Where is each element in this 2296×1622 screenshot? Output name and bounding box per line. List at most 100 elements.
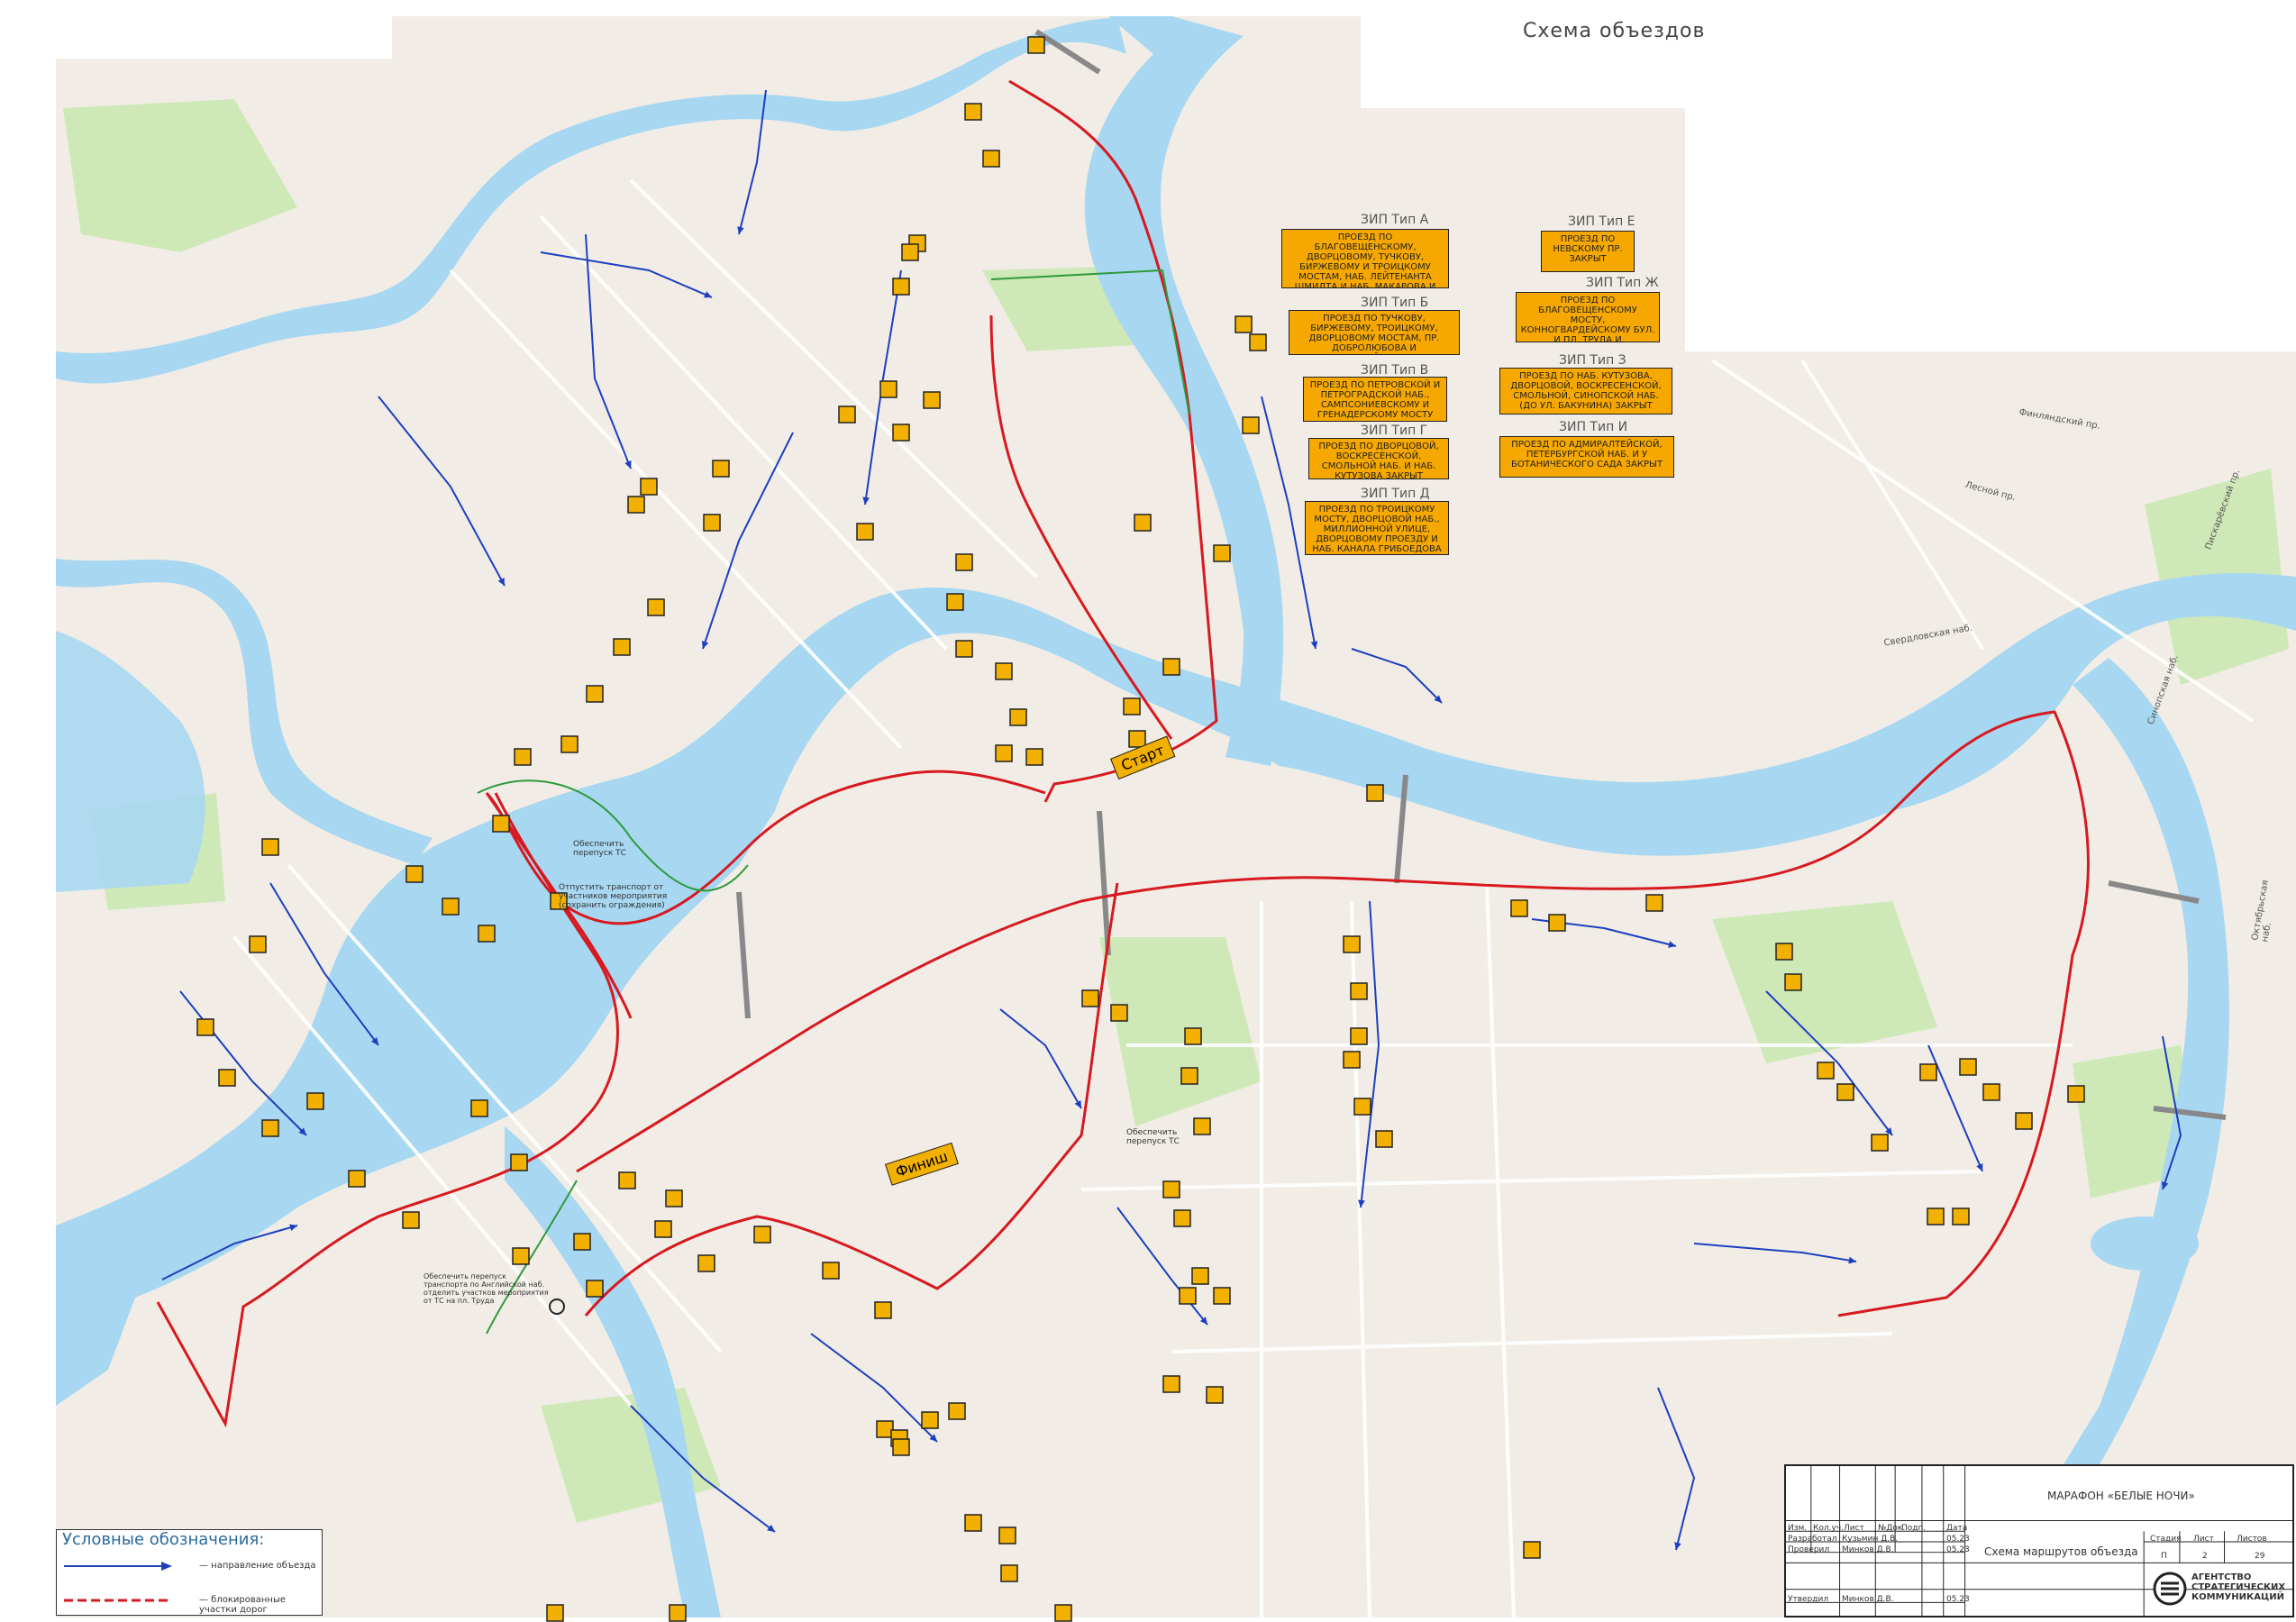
road-sign-marker[interactable] <box>1343 1051 1361 1069</box>
road-sign-marker[interactable] <box>712 460 730 478</box>
road-sign-marker[interactable] <box>1054 1604 1072 1622</box>
road-sign-marker[interactable] <box>1959 1058 1977 1076</box>
road-sign-marker[interactable] <box>998 1526 1016 1545</box>
road-sign-marker[interactable] <box>1009 708 1027 726</box>
road-sign-marker[interactable] <box>923 391 941 409</box>
road-sign-marker[interactable] <box>2067 1085 2085 1103</box>
road-sign-marker[interactable] <box>948 1402 966 1420</box>
road-sign-marker[interactable] <box>1523 1541 1541 1559</box>
road-sign-marker[interactable] <box>838 406 856 424</box>
road-sign-marker[interactable] <box>1343 935 1361 953</box>
road-sign-marker[interactable] <box>1173 1209 1191 1227</box>
road-sign-marker[interactable] <box>874 1301 892 1319</box>
road-sign-marker[interactable] <box>348 1170 366 1188</box>
road-sign-marker[interactable] <box>1081 989 1099 1007</box>
road-sign-marker[interactable] <box>586 1280 604 1298</box>
road-sign-marker[interactable] <box>1353 1098 1371 1116</box>
road-sign-marker[interactable] <box>1000 1564 1018 1582</box>
road-sign-marker[interactable] <box>478 925 496 943</box>
road-sign-marker[interactable] <box>1123 697 1141 715</box>
road-sign-marker[interactable] <box>405 865 424 883</box>
road-sign-marker[interactable] <box>492 815 510 833</box>
road-sign-marker[interactable] <box>955 640 973 658</box>
road-sign-marker[interactable] <box>1510 899 1528 917</box>
road-sign-marker[interactable] <box>964 103 982 121</box>
road-sign-marker[interactable] <box>901 243 919 261</box>
road-sign-marker[interactable] <box>1871 1134 1889 1152</box>
road-sign-marker[interactable] <box>995 744 1013 762</box>
road-sign-marker[interactable] <box>1206 1386 1224 1404</box>
road-sign-marker[interactable] <box>1817 1062 1835 1080</box>
road-sign-marker[interactable] <box>1162 1180 1180 1198</box>
road-sign-marker[interactable] <box>1350 1027 1368 1045</box>
road-sign-marker[interactable] <box>546 1604 564 1622</box>
road-sign-marker[interactable] <box>1919 1063 1937 1081</box>
road-sign-marker[interactable] <box>613 638 631 656</box>
road-sign-marker[interactable] <box>1927 1207 1945 1226</box>
road-sign-marker[interactable] <box>640 478 658 496</box>
road-sign-marker[interactable] <box>647 598 665 616</box>
road-sign-marker[interactable] <box>1180 1067 1198 1085</box>
road-sign-marker[interactable] <box>955 553 973 571</box>
road-sign-marker[interactable] <box>1110 1004 1128 1022</box>
road-sign-marker[interactable] <box>560 735 579 753</box>
road-sign-marker[interactable] <box>1213 1287 1231 1305</box>
road-sign-marker[interactable] <box>856 523 874 541</box>
road-sign-marker[interactable] <box>306 1092 324 1110</box>
road-sign-marker[interactable] <box>218 1069 236 1087</box>
road-sign-marker[interactable] <box>1179 1287 1197 1305</box>
road-sign-marker[interactable] <box>892 424 910 442</box>
road-sign-marker[interactable] <box>196 1018 214 1036</box>
road-sign-marker[interactable] <box>1350 982 1368 1000</box>
road-sign-marker[interactable] <box>442 898 460 916</box>
road-sign-marker[interactable] <box>618 1171 636 1189</box>
road-sign-marker[interactable] <box>1162 658 1180 676</box>
road-sign-marker[interactable] <box>1366 784 1384 802</box>
road-sign-marker[interactable] <box>510 1153 528 1171</box>
road-sign-marker[interactable] <box>995 662 1013 680</box>
road-sign-marker[interactable] <box>1027 36 1045 54</box>
road-sign-marker[interactable] <box>1982 1083 2000 1101</box>
road-sign-marker[interactable] <box>1184 1027 1202 1045</box>
road-sign-marker[interactable] <box>2015 1112 2033 1130</box>
road-sign-marker[interactable] <box>1784 973 1802 991</box>
road-sign-marker[interactable] <box>669 1604 687 1622</box>
road-sign-marker[interactable] <box>1025 748 1043 766</box>
road-sign-marker[interactable] <box>261 1119 279 1137</box>
road-sign-marker[interactable] <box>921 1411 939 1429</box>
road-sign-marker[interactable] <box>1134 514 1152 532</box>
road-sign-marker[interactable] <box>1242 416 1260 434</box>
road-sign-marker[interactable] <box>703 514 721 532</box>
road-sign-marker[interactable] <box>514 748 532 766</box>
road-sign-marker[interactable] <box>1836 1083 1854 1101</box>
road-sign-marker[interactable] <box>402 1211 420 1229</box>
road-sign-marker[interactable] <box>573 1233 591 1251</box>
road-sign-marker[interactable] <box>1952 1207 1970 1226</box>
road-sign-marker[interactable] <box>822 1262 840 1280</box>
map-canvas[interactable] <box>0 0 2296 1622</box>
road-sign-marker[interactable] <box>627 496 645 514</box>
road-sign-marker[interactable] <box>512 1247 530 1265</box>
road-sign-marker[interactable] <box>1162 1375 1180 1393</box>
road-sign-marker[interactable] <box>892 278 910 296</box>
road-sign-marker[interactable] <box>1191 1267 1209 1285</box>
road-sign-marker[interactable] <box>1645 894 1663 912</box>
road-sign-marker[interactable] <box>586 685 604 703</box>
road-sign-marker[interactable] <box>1548 914 1566 932</box>
road-sign-marker[interactable] <box>261 838 279 856</box>
road-sign-marker[interactable] <box>879 380 897 398</box>
road-sign-marker[interactable] <box>249 935 267 953</box>
road-sign-marker[interactable] <box>1775 943 1793 961</box>
road-sign-marker[interactable] <box>946 593 964 611</box>
road-sign-marker[interactable] <box>1375 1130 1393 1148</box>
road-sign-marker[interactable] <box>982 150 1000 168</box>
road-sign-marker[interactable] <box>697 1254 715 1272</box>
road-sign-marker[interactable] <box>892 1438 910 1456</box>
road-sign-marker[interactable] <box>470 1099 488 1117</box>
road-sign-marker[interactable] <box>654 1220 672 1238</box>
road-sign-marker[interactable] <box>753 1226 771 1244</box>
road-sign-marker[interactable] <box>1249 333 1267 351</box>
road-sign-marker[interactable] <box>1235 315 1253 333</box>
road-sign-marker[interactable] <box>1213 544 1231 562</box>
road-sign-marker[interactable] <box>964 1514 982 1532</box>
